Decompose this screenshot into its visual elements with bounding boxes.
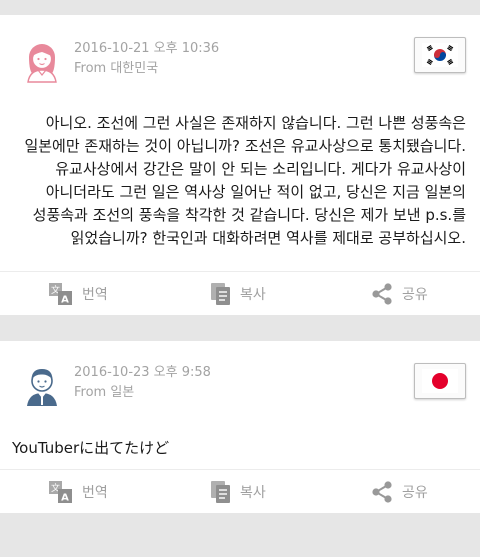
translate-label: 번역 — [82, 287, 108, 303]
svg-text:A: A — [61, 493, 69, 504]
action-bar: 文 A 번역 복사 공유 — [0, 469, 480, 513]
share-icon — [372, 481, 392, 503]
svg-text:A: A — [61, 295, 69, 306]
share-icon — [372, 283, 392, 305]
copy-label: 복사 — [240, 485, 266, 501]
translate-button[interactable]: 文 A 번역 — [48, 470, 108, 514]
message-card: 2016-10-23 오후 9:58 From 일본 YouTuberに出てたけ… — [0, 341, 480, 513]
origin-country: From 대한민국 — [74, 61, 159, 76]
translate-icon: 文 A — [49, 481, 72, 504]
share-button[interactable]: 공유 — [370, 272, 428, 316]
message-text: 아니오. 조선에 그런 사실은 존재하지 않습니다. 그런 나쁜 성풍속은 일본… — [24, 114, 466, 247]
action-bar: 文 A 번역 복사 공유 — [0, 271, 480, 315]
copy-icon — [211, 481, 230, 503]
japan-flag-icon — [414, 363, 466, 399]
translate-icon: 文 A — [49, 283, 72, 306]
female-user-avatar-icon[interactable] — [20, 39, 64, 83]
copy-label: 복사 — [240, 287, 266, 303]
copy-icon — [211, 283, 230, 305]
male-user-avatar-icon[interactable] — [20, 363, 64, 407]
message-text: YouTuberに出てたけど — [12, 439, 170, 457]
timestamp: 2016-10-23 오후 9:58 — [74, 365, 211, 380]
copy-button[interactable]: 복사 — [210, 272, 266, 316]
share-label: 공유 — [402, 485, 428, 501]
share-label: 공유 — [402, 287, 428, 303]
translate-label: 번역 — [82, 485, 108, 501]
post-meta: 2016-10-21 오후 10:36 From 대한민국 — [74, 39, 219, 79]
translate-button[interactable]: 文 A 번역 — [48, 272, 108, 316]
copy-button[interactable]: 복사 — [210, 470, 266, 514]
post-meta: 2016-10-23 오후 9:58 From 일본 — [74, 363, 211, 403]
timestamp: 2016-10-21 오후 10:36 — [74, 41, 220, 56]
message-card: 2016-10-21 오후 10:36 From 대한민국 아니오. 조선에 그… — [0, 15, 480, 315]
share-button[interactable]: 공유 — [370, 470, 428, 514]
south-korea-flag-icon — [414, 37, 466, 73]
origin-country: From 일본 — [74, 385, 135, 400]
